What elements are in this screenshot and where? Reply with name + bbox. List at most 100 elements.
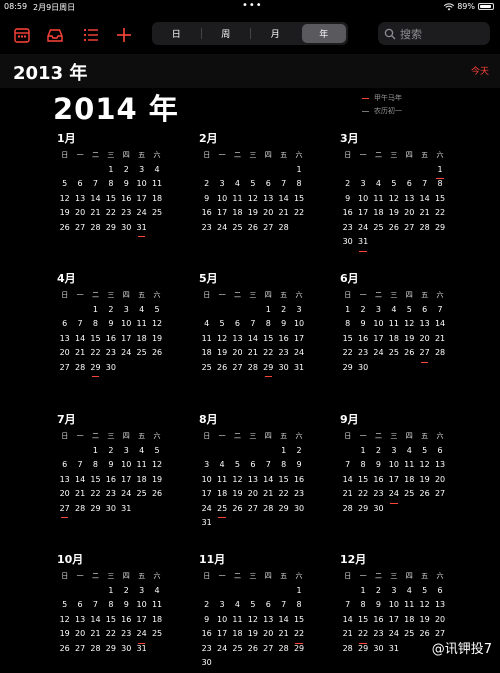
day-cell[interactable]: 17: [214, 208, 229, 223]
day-cell[interactable]: 17: [371, 334, 386, 349]
day-cell[interactable]: 19: [245, 208, 260, 223]
day-cell[interactable]: 17: [134, 194, 149, 209]
day-cell[interactable]: 27: [261, 644, 276, 659]
day-cell[interactable]: 13: [432, 600, 447, 615]
day-cell[interactable]: 29: [88, 504, 103, 519]
day-cell[interactable]: 9: [199, 194, 214, 209]
day-cell[interactable]: 1: [340, 305, 355, 320]
day-cell[interactable]: 1: [88, 305, 103, 320]
day-cell[interactable]: 5: [57, 179, 72, 194]
day-cell[interactable]: 8: [291, 600, 306, 615]
day-cell[interactable]: 1: [103, 586, 118, 601]
day-cell[interactable]: 23: [119, 629, 134, 644]
day-cell[interactable]: 15: [261, 334, 276, 349]
day-cell[interactable]: 3: [214, 179, 229, 194]
day-cell[interactable]: 7: [417, 179, 432, 194]
day-cell[interactable]: 11: [149, 179, 164, 194]
day-cell[interactable]: 2: [199, 179, 214, 194]
day-cell[interactable]: 28: [432, 348, 447, 363]
day-cell[interactable]: 3: [134, 586, 149, 601]
day-cell[interactable]: 24: [199, 504, 214, 519]
day-cell[interactable]: 11: [134, 460, 149, 475]
day-cell[interactable]: 4: [386, 305, 401, 320]
day-cell[interactable]: 18: [149, 194, 164, 209]
day-cell[interactable]: 4: [230, 600, 245, 615]
day-cell[interactable]: 18: [402, 475, 417, 490]
day-cell[interactable]: 19: [245, 629, 260, 644]
day-cell[interactable]: 11: [199, 334, 214, 349]
day-cell[interactable]: 8: [355, 460, 370, 475]
day-cell[interactable]: 23: [291, 489, 306, 504]
day-cell[interactable]: 17: [355, 208, 370, 223]
add-icon[interactable]: [115, 26, 133, 44]
day-cell[interactable]: 4: [199, 319, 214, 334]
day-cell[interactable]: 3: [119, 305, 134, 320]
day-cell[interactable]: 29: [88, 363, 103, 378]
day-cell[interactable]: 11: [214, 475, 229, 490]
segment-day[interactable]: 日: [154, 24, 199, 43]
day-cell[interactable]: 5: [245, 179, 260, 194]
day-cell[interactable]: 22: [355, 489, 370, 504]
day-cell[interactable]: 21: [261, 489, 276, 504]
day-cell[interactable]: 5: [402, 305, 417, 320]
day-cell[interactable]: 4: [214, 460, 229, 475]
day-cell[interactable]: 16: [355, 334, 370, 349]
day-cell[interactable]: 24: [291, 348, 306, 363]
day-cell[interactable]: 12: [230, 475, 245, 490]
day-cell[interactable]: 25: [199, 363, 214, 378]
day-cell[interactable]: 14: [276, 615, 291, 630]
day-cell[interactable]: 31: [134, 644, 149, 659]
day-cell[interactable]: 11: [402, 460, 417, 475]
day-cell[interactable]: 30: [199, 658, 214, 673]
day-cell[interactable]: 7: [261, 460, 276, 475]
day-cell[interactable]: 24: [119, 348, 134, 363]
day-cell[interactable]: 20: [432, 615, 447, 630]
day-cell[interactable]: 9: [340, 194, 355, 209]
day-cell[interactable]: 15: [103, 615, 118, 630]
day-cell[interactable]: 19: [57, 208, 72, 223]
day-cell[interactable]: 19: [230, 489, 245, 504]
day-cell[interactable]: 29: [340, 363, 355, 378]
list-icon[interactable]: [82, 26, 100, 44]
day-cell[interactable]: 6: [72, 600, 87, 615]
day-cell[interactable]: 17: [214, 629, 229, 644]
day-cell[interactable]: 9: [199, 615, 214, 630]
day-cell[interactable]: 21: [72, 348, 87, 363]
day-cell[interactable]: 15: [291, 615, 306, 630]
day-cell[interactable]: 7: [432, 305, 447, 320]
day-cell[interactable]: 21: [340, 489, 355, 504]
day-cell[interactable]: 19: [417, 615, 432, 630]
day-cell[interactable]: 7: [88, 179, 103, 194]
day-cell[interactable]: 18: [230, 629, 245, 644]
day-cell[interactable]: 5: [386, 179, 401, 194]
day-cell[interactable]: 13: [402, 194, 417, 209]
month-title[interactable]: 1月: [57, 130, 169, 146]
day-cell[interactable]: 19: [149, 475, 164, 490]
day-cell[interactable]: 23: [371, 629, 386, 644]
day-cell[interactable]: 21: [88, 629, 103, 644]
day-cell[interactable]: 29: [276, 504, 291, 519]
day-cell[interactable]: 20: [57, 489, 72, 504]
day-cell[interactable]: 16: [291, 475, 306, 490]
day-cell[interactable]: 14: [88, 615, 103, 630]
day-cell[interactable]: 20: [261, 208, 276, 223]
day-cell[interactable]: 8: [276, 460, 291, 475]
day-cell[interactable]: 15: [355, 615, 370, 630]
day-cell[interactable]: 8: [103, 600, 118, 615]
day-cell[interactable]: 15: [291, 194, 306, 209]
day-cell[interactable]: 30: [371, 644, 386, 659]
day-cell[interactable]: 21: [245, 348, 260, 363]
day-cell[interactable]: 26: [149, 348, 164, 363]
day-cell[interactable]: 31: [134, 223, 149, 238]
day-cell[interactable]: 18: [199, 348, 214, 363]
day-cell[interactable]: 2: [103, 305, 118, 320]
day-cell[interactable]: 10: [355, 194, 370, 209]
month-6[interactable]: 6月日一二三四五六 1 2 3 4 5 6 7 8 9 10 11 12 13 14 15 16 17 18 19 20…: [340, 270, 452, 377]
day-cell[interactable]: 11: [230, 615, 245, 630]
day-cell[interactable]: 13: [72, 615, 87, 630]
day-cell[interactable]: 24: [214, 223, 229, 238]
day-cell[interactable]: 11: [134, 319, 149, 334]
day-cell[interactable]: 28: [72, 363, 87, 378]
day-cell[interactable]: 2: [371, 586, 386, 601]
day-cell[interactable]: 25: [149, 208, 164, 223]
